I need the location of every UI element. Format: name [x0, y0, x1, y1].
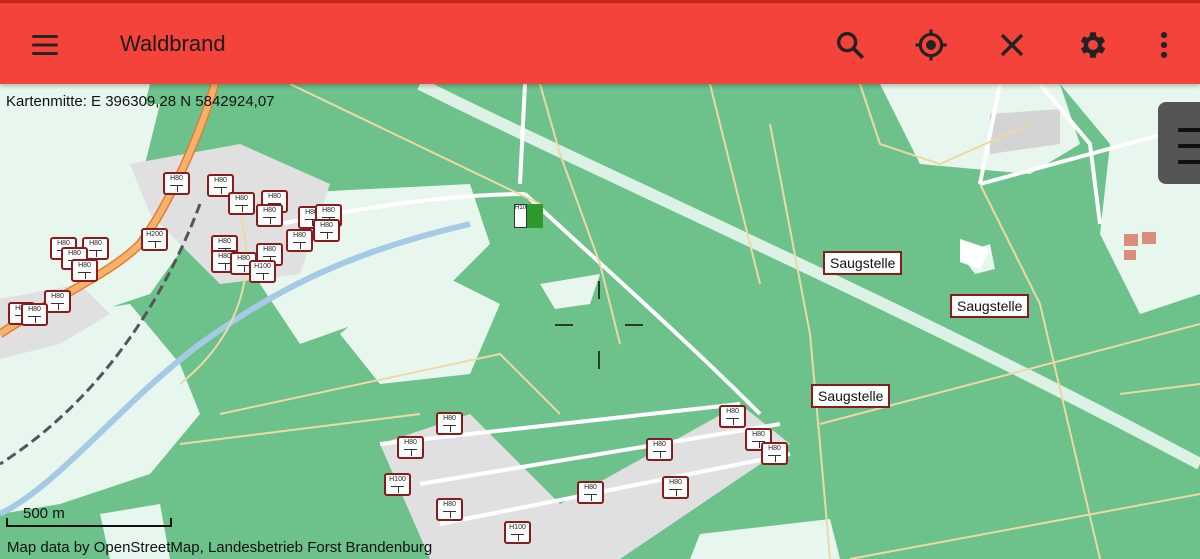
hydrant-marker[interactable]: H100: [504, 521, 531, 544]
settings-icon[interactable]: [1073, 25, 1113, 65]
crosshair-icon: [555, 281, 643, 369]
fire-station-label: H100: [514, 204, 527, 228]
hydrant-marker[interactable]: H80: [646, 438, 673, 461]
hydrant-marker[interactable]: H80: [397, 436, 424, 459]
side-panel-handle[interactable]: [1158, 102, 1200, 184]
fire-station-marker[interactable]: H100: [514, 204, 543, 228]
search-icon[interactable]: [830, 25, 870, 65]
hydrant-marker[interactable]: H80: [761, 442, 788, 465]
hydrant-marker[interactable]: H80: [436, 412, 463, 435]
hydrant-marker[interactable]: H80: [577, 481, 604, 504]
hydrant-marker[interactable]: H80: [313, 219, 340, 242]
close-icon[interactable]: [992, 25, 1032, 65]
map-center-readout: Kartenmitte: E 396309,28 N 5842924,07: [6, 93, 275, 110]
hydrant-marker[interactable]: H80: [71, 259, 98, 282]
map-attribution: Map data by OpenStreetMap, Landesbetrieb…: [7, 539, 433, 556]
menu-icon[interactable]: [25, 25, 65, 65]
more-vert-icon[interactable]: [1144, 25, 1184, 65]
hydrant-marker[interactable]: H80: [228, 192, 255, 215]
app-root: Waldbrand Kartenmitte: E 396309,28 N 584…: [0, 0, 1200, 559]
hydrant-marker[interactable]: H80: [21, 303, 48, 326]
fire-station-icon: [527, 204, 543, 228]
map-view[interactable]: Kartenmitte: E 396309,28 N 5842924,07 H8…: [0, 84, 1200, 559]
hydrant-marker[interactable]: H80: [286, 229, 313, 252]
hydrant-marker[interactable]: H200: [141, 228, 168, 251]
hydrant-marker[interactable]: H80: [719, 405, 746, 428]
hydrant-marker[interactable]: H100: [249, 260, 276, 283]
app-title: Waldbrand: [120, 31, 226, 56]
hydrant-marker[interactable]: H80: [163, 172, 190, 195]
gps-locate-icon[interactable]: [911, 25, 951, 65]
suction-point-label[interactable]: Saugstelle: [823, 251, 903, 275]
hydrant-marker[interactable]: H80: [44, 290, 71, 313]
hydrant-marker[interactable]: H80: [662, 476, 689, 499]
hydrant-marker[interactable]: H80: [256, 204, 283, 227]
hydrant-marker[interactable]: H80: [436, 498, 463, 521]
top-app-bar: Waldbrand: [0, 0, 1200, 84]
suction-point-label[interactable]: Saugstelle: [811, 384, 891, 408]
scale-bar: [6, 518, 172, 527]
suction-point-label[interactable]: Saugstelle: [950, 294, 1030, 318]
hydrant-marker[interactable]: H100: [384, 473, 411, 496]
